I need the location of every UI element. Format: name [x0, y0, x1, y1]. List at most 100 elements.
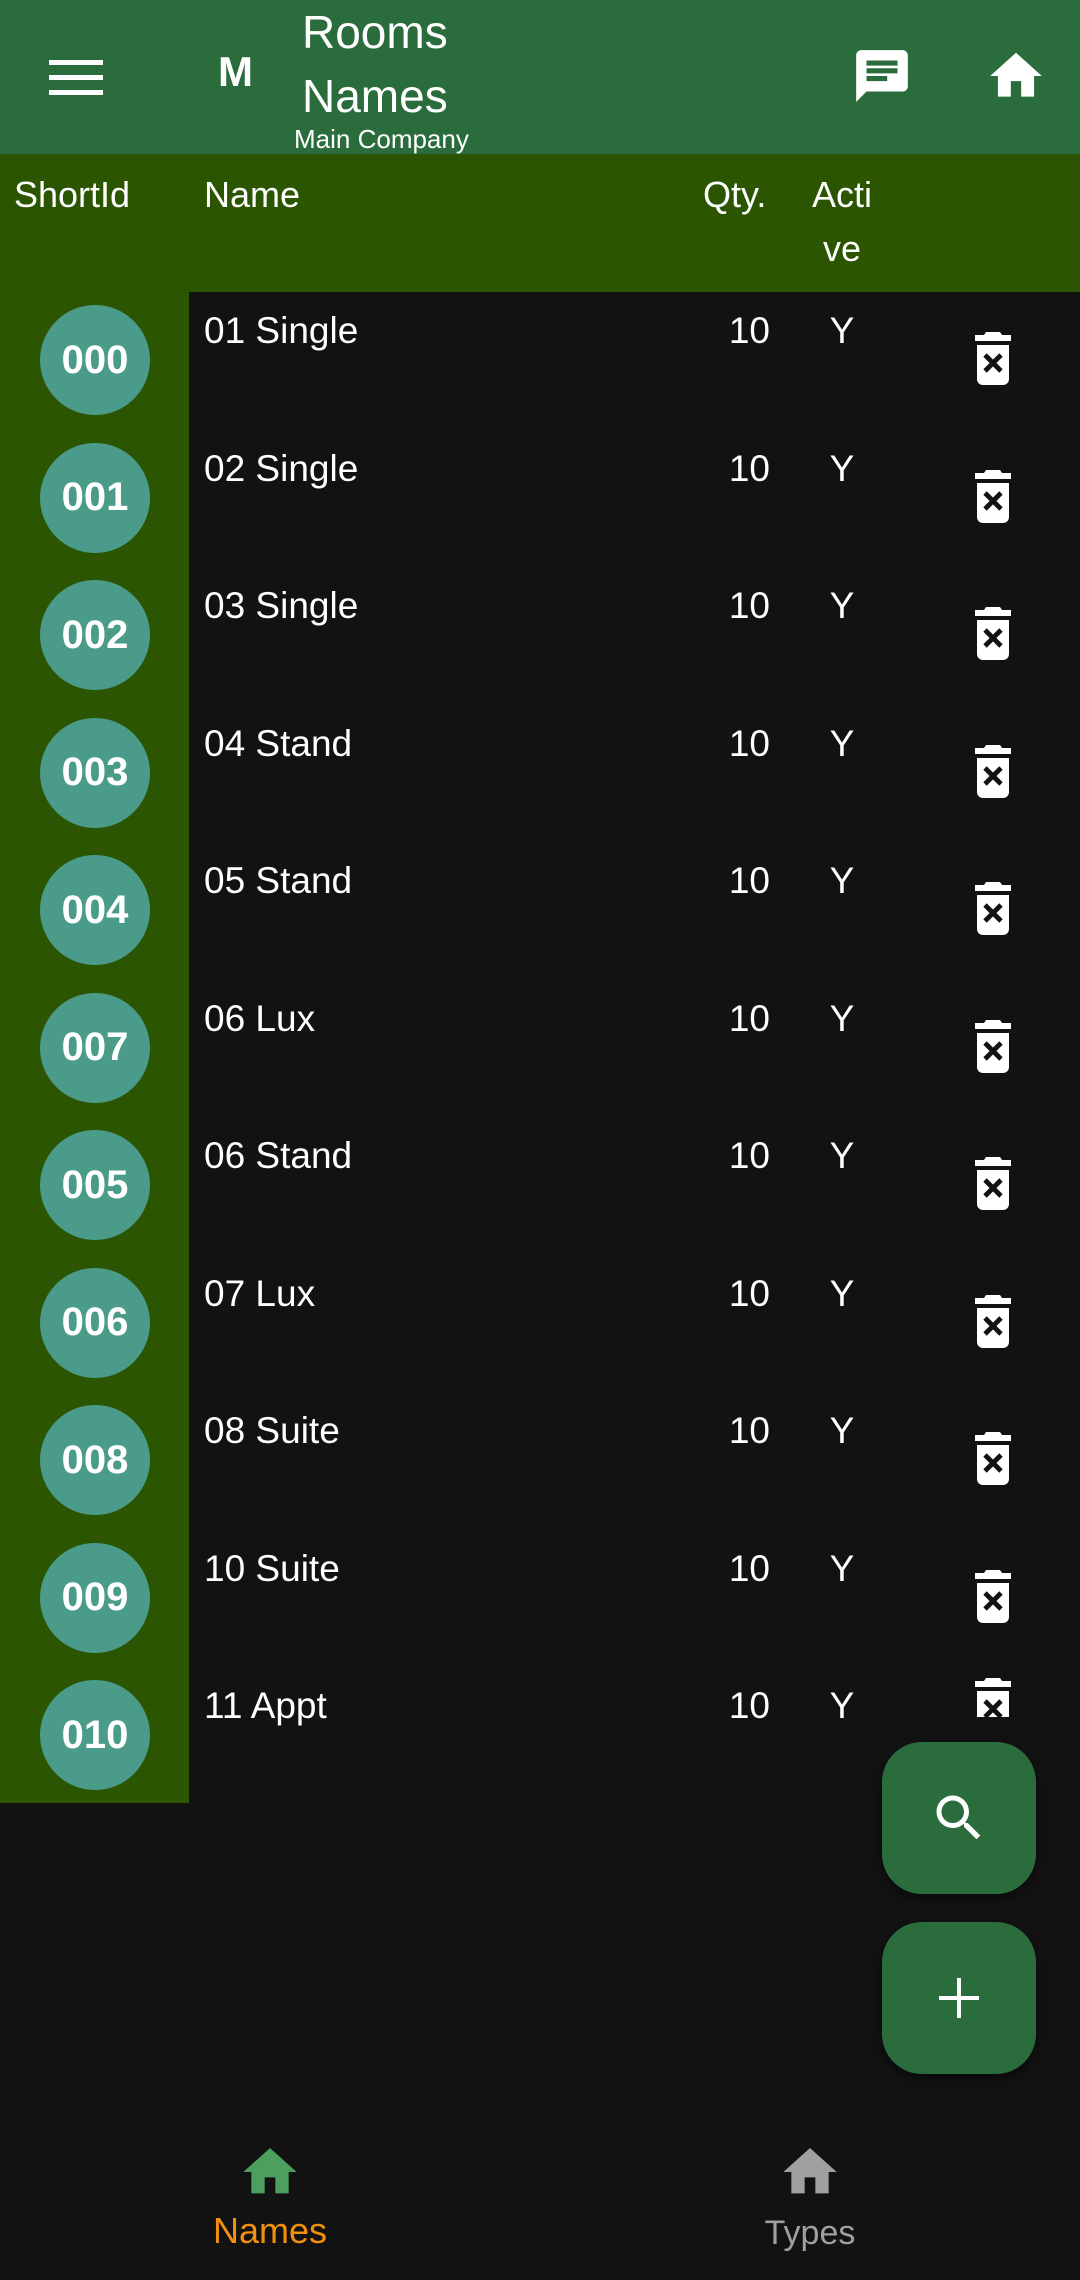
- menu-button[interactable]: [36, 46, 116, 110]
- table-row[interactable]: 005 06 Stand 10 Y: [0, 1117, 1080, 1255]
- shortid-badge: 006: [40, 1267, 150, 1378]
- table-header: ShortId Name Qty. Acti ve: [0, 154, 1080, 292]
- shortid-badge: 005: [40, 1130, 150, 1240]
- delete-button[interactable]: [956, 1422, 1030, 1496]
- messages-button[interactable]: [846, 40, 918, 112]
- room-active: Y: [829, 585, 855, 626]
- room-qty: 10: [728, 1410, 770, 1451]
- header-active-line-2: ve: [822, 228, 862, 269]
- shortid-badge: 007: [40, 992, 150, 1103]
- delete-button[interactable]: [956, 1285, 1030, 1359]
- nav-item-types[interactable]: Types: [660, 2114, 960, 2280]
- shortid-badge: 009: [40, 1542, 150, 1653]
- room-name: 11 Appt: [204, 1685, 327, 1726]
- add-button[interactable]: [882, 1922, 1036, 2074]
- room-qty: 10: [728, 447, 770, 489]
- header-qty[interactable]: Qty.: [703, 174, 766, 216]
- table-row[interactable]: 009 10 Suite 10 Y: [0, 1530, 1080, 1668]
- table-row[interactable]: 004 05 Stand 10 Y: [0, 842, 1080, 980]
- room-qty: 10: [728, 310, 770, 351]
- room-active: Y: [829, 722, 855, 764]
- room-qty: 10: [728, 860, 770, 901]
- header-shortid[interactable]: ShortId: [14, 174, 130, 216]
- shortid-badge: 008: [40, 1405, 150, 1515]
- room-name: 03 Single: [204, 585, 359, 626]
- room-name: 10 Suite: [204, 1547, 340, 1589]
- delete-icon: [975, 1432, 1011, 1485]
- delete-button[interactable]: [956, 1677, 1030, 1717]
- room-qty: 10: [728, 722, 770, 764]
- table-row[interactable]: 003 04 Stand 10 Y: [0, 705, 1080, 843]
- room-qty: 10: [728, 1135, 770, 1176]
- search-button[interactable]: [882, 1742, 1036, 1894]
- delete-icon: [975, 1569, 1011, 1623]
- header-name[interactable]: Name: [204, 174, 300, 216]
- message-icon: [856, 50, 908, 102]
- shortid-badge: 000: [40, 305, 150, 415]
- page-title: Rooms Names: [290, 0, 510, 128]
- room-name: 06 Stand: [204, 1135, 353, 1176]
- home-button[interactable]: [976, 40, 1056, 112]
- delete-button[interactable]: [956, 1147, 1030, 1221]
- delete-button[interactable]: [956, 597, 1030, 671]
- nav-item-names[interactable]: Names: [120, 2114, 420, 2280]
- table-row[interactable]: 000 01 Single 10 Y: [0, 292, 1080, 430]
- delete-button[interactable]: [956, 1010, 1030, 1084]
- room-active: Y: [829, 1135, 855, 1176]
- app-bar: M Rooms Names Main Company: [0, 0, 1080, 154]
- room-active: Y: [829, 447, 855, 489]
- nav-label-types: Types: [764, 2214, 856, 2252]
- header-active[interactable]: Acti ve: [806, 168, 878, 276]
- company-initial: M: [218, 48, 253, 95]
- room-active: Y: [829, 310, 855, 351]
- room-name: 05 Stand: [204, 860, 353, 901]
- menu-icon: [49, 60, 103, 95]
- room-name: 04 Stand: [204, 722, 353, 764]
- table-row[interactable]: 007 06 Lux 10 Y: [0, 980, 1080, 1118]
- shortid-badge: 004: [40, 855, 150, 965]
- room-name: 07 Lux: [204, 1272, 316, 1314]
- shortid-badge: 001: [40, 442, 150, 553]
- delete-icon: [975, 744, 1011, 798]
- delete-icon: [975, 882, 1011, 935]
- table-row[interactable]: 006 07 Lux 10 Y: [0, 1255, 1080, 1393]
- header-active-line-1: Acti: [811, 174, 872, 215]
- plus-icon: [939, 1978, 979, 2018]
- shortid-badge: 003: [40, 717, 150, 828]
- search-icon: [936, 1795, 981, 1840]
- bottom-navigation: Names Types: [0, 2114, 1080, 2280]
- room-active: Y: [829, 1272, 855, 1314]
- delete-icon: [975, 332, 1011, 385]
- room-qty: 10: [728, 1272, 770, 1314]
- home-icon: [783, 2148, 837, 2194]
- company-name: Main Company: [294, 124, 469, 154]
- title-line-2: Names: [302, 70, 448, 122]
- delete-icon: [975, 1678, 1011, 1717]
- title-line-1: Rooms: [302, 6, 448, 58]
- room-name: 06 Lux: [204, 997, 316, 1039]
- delete-button[interactable]: [956, 735, 1030, 809]
- table-body: 000 01 Single 10 Y 001 02 Single 10 Y 00…: [0, 292, 1080, 1805]
- room-active: Y: [829, 1547, 855, 1589]
- delete-icon: [975, 469, 1011, 523]
- table-row[interactable]: 001 02 Single 10 Y: [0, 430, 1080, 568]
- room-active: Y: [829, 1410, 855, 1451]
- room-active: Y: [829, 997, 855, 1039]
- delete-button[interactable]: [956, 322, 1030, 396]
- delete-button[interactable]: [956, 1560, 1030, 1634]
- shortid-badge: 010: [40, 1680, 150, 1790]
- delete-button[interactable]: [956, 460, 1030, 534]
- table-row[interactable]: 008 08 Suite 10 Y: [0, 1392, 1080, 1530]
- home-icon: [990, 52, 1042, 97]
- delete-icon: [975, 1294, 1011, 1348]
- delete-button[interactable]: [956, 872, 1030, 946]
- room-active: Y: [829, 860, 855, 901]
- delete-icon: [975, 1157, 1011, 1210]
- room-qty: 10: [728, 585, 770, 626]
- room-name: 08 Suite: [204, 1410, 340, 1451]
- shortid-badge: 002: [40, 580, 150, 690]
- table-row[interactable]: 002 03 Single 10 Y: [0, 567, 1080, 705]
- delete-icon: [975, 1019, 1011, 1073]
- room-name: 02 Single: [204, 447, 359, 489]
- home-icon: [243, 2148, 297, 2194]
